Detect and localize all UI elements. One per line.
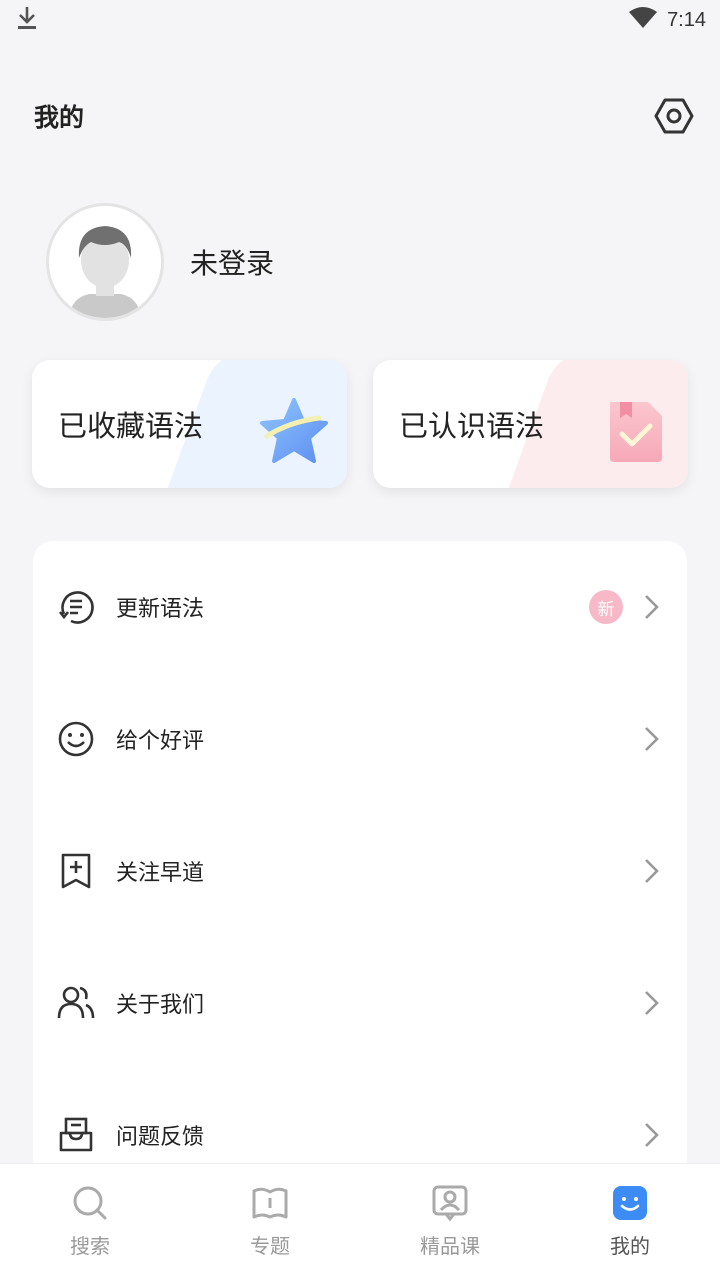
new-badge: 新	[589, 590, 623, 624]
tab-mine[interactable]: 我的	[540, 1164, 720, 1259]
menu-label: 关注早道	[116, 861, 205, 886]
tab-label: 我的	[610, 1234, 650, 1258]
feedback-inbox-icon	[57, 1116, 95, 1154]
book-icon	[251, 1184, 289, 1222]
status-right: 7:14	[629, 7, 706, 33]
favorite-grammar-card[interactable]: 已收藏语法	[32, 360, 347, 488]
tab-label: 精品课	[420, 1234, 480, 1258]
tab-courses[interactable]: 精品课	[360, 1164, 540, 1259]
card-label: 已认识语法	[399, 409, 545, 443]
wifi-icon	[629, 7, 658, 33]
menu-label: 给个好评	[116, 729, 205, 754]
smiley-icon	[57, 720, 95, 758]
checked-bookmark-icon	[610, 402, 662, 462]
chevron-right-icon	[645, 991, 659, 1015]
avatar[interactable]	[46, 203, 164, 321]
grammar-cards: 已收藏语法 已认识语法	[32, 360, 688, 488]
known-grammar-card[interactable]: 已认识语法	[373, 360, 688, 488]
settings-menu: 更新语法 新 给个好评 关注早道 关于我们 问题反馈	[33, 541, 687, 1241]
status-bar: 7:14	[0, 0, 720, 40]
menu-label: 问题反馈	[116, 1125, 205, 1150]
login-status[interactable]: 未登录	[190, 242, 274, 282]
search-icon	[71, 1184, 109, 1222]
menu-label: 更新语法	[116, 597, 205, 622]
tab-label: 搜索	[70, 1234, 110, 1258]
menu-item-rate-app[interactable]: 给个好评	[33, 673, 687, 805]
tab-topics[interactable]: 专题	[180, 1164, 360, 1259]
star-icon	[260, 398, 328, 463]
menu-item-follow[interactable]: 关注早道	[33, 805, 687, 937]
menu-item-about-us[interactable]: 关于我们	[33, 937, 687, 1069]
smile-face-icon	[611, 1184, 649, 1222]
default-avatar-icon	[69, 226, 141, 318]
profile-section[interactable]: 未登录	[46, 203, 274, 321]
course-icon	[431, 1184, 469, 1222]
card-label: 已收藏语法	[58, 409, 204, 443]
bottom-tab-bar: 搜索 专题 精品课 我的	[0, 1163, 720, 1280]
refresh-list-icon	[57, 588, 95, 626]
chevron-right-icon	[645, 595, 659, 619]
gear-hexagon-icon	[654, 98, 694, 134]
tab-label: 专题	[250, 1234, 290, 1258]
bookmark-plus-icon	[57, 852, 95, 890]
settings-button[interactable]	[654, 96, 694, 136]
tab-search[interactable]: 搜索	[0, 1164, 180, 1259]
download-icon	[16, 5, 38, 35]
chevron-right-icon	[645, 727, 659, 751]
chevron-right-icon	[645, 859, 659, 883]
menu-item-update-grammar[interactable]: 更新语法 新	[33, 541, 687, 673]
status-time: 7:14	[667, 8, 706, 31]
menu-label: 关于我们	[116, 993, 205, 1018]
users-icon	[57, 984, 95, 1022]
chevron-right-icon	[645, 1123, 659, 1147]
page-title: 我的	[34, 103, 85, 132]
page-header: 我的	[34, 88, 694, 144]
